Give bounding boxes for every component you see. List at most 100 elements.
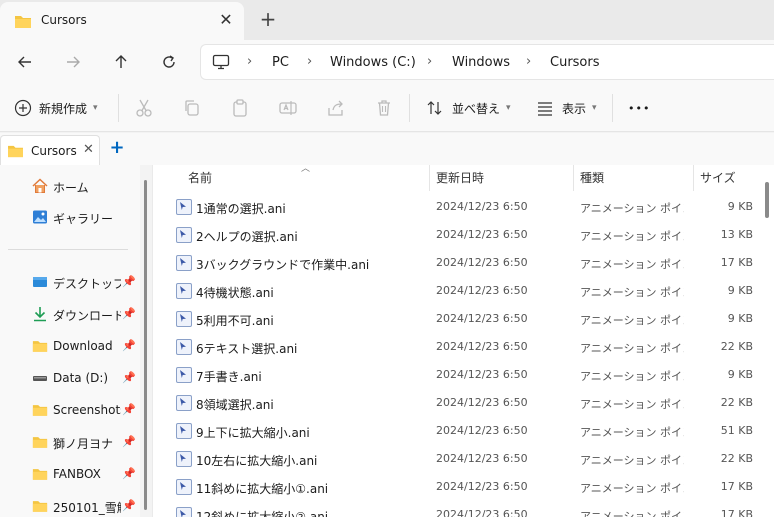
pin-icon[interactable]: 📌	[122, 403, 136, 416]
up-button[interactable]	[109, 50, 133, 74]
copy-icon[interactable]	[182, 98, 202, 118]
cursor-file-icon	[176, 451, 192, 467]
rename-icon[interactable]	[278, 98, 298, 118]
back-button[interactable]	[13, 50, 37, 74]
file-type: アニメーション ポインタ	[580, 202, 684, 215]
sidebar-item-screenshots[interactable]: Screenshots 📌	[0, 396, 140, 424]
file-date: 2024/12/23 6:50	[436, 424, 528, 437]
cut-icon[interactable]	[134, 98, 154, 118]
command-bar: 新規作成 ▾ 並べ替え ▾ 表示 ▾ •••	[0, 84, 774, 132]
column-header-name[interactable]: 名前	[188, 169, 212, 186]
sidebar-item-label: Data (D:)	[53, 371, 109, 385]
file-type: アニメーション ポインタ	[580, 342, 684, 355]
file-name: 11斜めに拡大縮小①.ani	[196, 482, 329, 496]
file-date: 2024/12/23 6:50	[436, 368, 528, 381]
column-divider[interactable]	[693, 165, 694, 191]
share-icon[interactable]	[326, 98, 346, 118]
forward-button[interactable]	[61, 50, 85, 74]
sidebar-item-home[interactable]: ホーム	[0, 172, 140, 200]
column-divider[interactable]	[429, 165, 430, 191]
sidebar-item-fanbox[interactable]: FANBOX 📌	[0, 460, 140, 488]
cursor-file-icon	[176, 507, 192, 517]
computer-icon	[212, 54, 230, 70]
file-row[interactable]: 1通常の選択.ani 2024/12/23 6:50 アニメーション ポインタ 9 K…	[153, 193, 774, 221]
pin-icon[interactable]: 📌	[122, 371, 136, 384]
file-name: 5利用不可.ani	[196, 314, 274, 328]
breadcrumb-drive[interactable]: Windows (C:)	[330, 55, 416, 70]
navigation-pane: ホーム ギャラリー デスクトップ 📌 ダウンロード 📌 Download 📌 D…	[0, 165, 140, 517]
sort-button-label: 並べ替え	[452, 101, 501, 116]
refresh-button[interactable]	[157, 50, 181, 74]
file-row[interactable]: 9上下に拡大縮小.ani 2024/12/23 6:50 アニメーション ポインタ 5…	[153, 417, 774, 445]
add-inner-tab-button[interactable]: +	[108, 138, 126, 158]
file-row[interactable]: 5利用不可.ani 2024/12/23 6:50 アニメーション ポインタ 9 KB	[153, 305, 774, 333]
folder-icon	[32, 341, 48, 352]
paste-icon[interactable]	[230, 98, 250, 118]
file-date: 2024/12/23 6:50	[436, 480, 528, 493]
delete-icon[interactable]	[374, 98, 394, 118]
sidebar-item-data-drive[interactable]: Data (D:) 📌	[0, 364, 140, 392]
file-row[interactable]: 2ヘルプの選択.ani 2024/12/23 6:50 アニメーション ポインタ 13…	[153, 221, 774, 249]
more-options-button[interactable]: •••	[628, 96, 650, 120]
window-tab-title: Cursors	[41, 13, 87, 27]
breadcrumb-windows[interactable]: Windows	[452, 55, 510, 70]
file-row[interactable]: 6テキスト選択.ani 2024/12/23 6:50 アニメーション ポインタ 22…	[153, 333, 774, 361]
file-row[interactable]: 8領域選択.ani 2024/12/23 6:50 アニメーション ポインタ 22 K…	[153, 389, 774, 417]
breadcrumb-pc[interactable]: PC	[272, 55, 289, 70]
sidebar-item-downloads[interactable]: ダウンロード 📌	[0, 300, 140, 328]
sidebar-scrollbar[interactable]	[144, 180, 147, 510]
pin-icon[interactable]: 📌	[122, 275, 136, 288]
file-list-scrollbar[interactable]	[761, 170, 774, 517]
column-header-date[interactable]: 更新日時	[436, 169, 484, 186]
file-row[interactable]: 7手書き.ani 2024/12/23 6:50 アニメーション ポインタ 9 KB	[153, 361, 774, 389]
file-type: アニメーション ポインタ	[580, 314, 684, 327]
file-row[interactable]: 12斜めに拡大縮小②.ani 2024/12/23 6:50 アニメーション ポイン…	[153, 501, 774, 517]
breadcrumb-separator: ›	[307, 54, 313, 69]
file-type: アニメーション ポインタ	[580, 258, 684, 271]
sort-button[interactable]: 並べ替え ▾	[426, 96, 511, 120]
address-bar[interactable]: › PC › Windows (C:) › Windows › Cursors	[200, 44, 774, 80]
column-header-type[interactable]: 種類	[580, 169, 604, 186]
sidebar-item-folder[interactable]: 獅ノ月ヨナ 📌	[0, 428, 140, 456]
sidebar-item-folder[interactable]: 250101_雪解 📌	[0, 492, 140, 517]
file-size: 9 KB	[727, 284, 753, 297]
download-icon	[34, 307, 46, 322]
inner-tab[interactable]: Cursors ✕	[0, 135, 100, 165]
file-row[interactable]: 4待機状態.ani 2024/12/23 6:50 アニメーション ポインタ 9 KB	[153, 277, 774, 305]
folder-icon	[15, 16, 31, 28]
column-header-size[interactable]: サイズ	[700, 169, 736, 186]
file-date: 2024/12/23 6:50	[436, 452, 528, 465]
file-date: 2024/12/23 6:50	[436, 396, 528, 409]
file-date: 2024/12/23 6:50	[436, 256, 528, 269]
sidebar-item-desktop[interactable]: デスクトップ 📌	[0, 268, 140, 296]
sidebar-item-download-folder[interactable]: Download 📌	[0, 332, 140, 360]
file-row[interactable]: 10左右に拡大縮小.ani 2024/12/23 6:50 アニメーション ポインタ…	[153, 445, 774, 473]
file-type: アニメーション ポインタ	[580, 230, 684, 243]
cursor-file-icon	[176, 283, 192, 299]
file-row[interactable]: 3バックグラウンドで作業中.ani 2024/12/23 6:50 アニメーション …	[153, 249, 774, 277]
file-name: 8領域選択.ani	[196, 398, 274, 412]
pin-icon[interactable]: 📌	[122, 467, 136, 480]
file-name: 7手書き.ani	[196, 370, 262, 384]
file-row[interactable]: 11斜めに拡大縮小①.ani 2024/12/23 6:50 アニメーション ポイン…	[153, 473, 774, 501]
close-tab-icon[interactable]: ✕	[218, 10, 234, 30]
toolbar-divider	[118, 94, 119, 122]
view-button[interactable]: 表示 ▾	[536, 96, 597, 120]
sidebar-item-label: 250101_雪解	[53, 501, 121, 515]
sidebar-item-label: Download	[53, 339, 113, 353]
window-tab[interactable]: Cursors ✕	[0, 2, 244, 40]
pin-icon[interactable]: 📌	[122, 435, 136, 448]
sidebar-item-label: 獅ノ月ヨナ	[53, 437, 114, 451]
scrollbar-thumb[interactable]	[765, 182, 769, 218]
pin-icon[interactable]: 📌	[122, 339, 136, 352]
close-inner-tab-icon[interactable]: ✕	[83, 142, 94, 157]
breadcrumb-cursors[interactable]: Cursors	[550, 55, 600, 70]
arrow-up-icon	[115, 55, 127, 68]
gallery-icon	[33, 210, 47, 224]
column-divider[interactable]	[573, 165, 574, 191]
pin-icon[interactable]: 📌	[122, 307, 136, 320]
new-tab-button[interactable]: +	[258, 8, 278, 30]
new-button[interactable]: 新規作成 ▾	[14, 96, 98, 120]
sidebar-item-gallery[interactable]: ギャラリー	[0, 203, 140, 231]
pin-icon[interactable]: 📌	[122, 499, 136, 512]
